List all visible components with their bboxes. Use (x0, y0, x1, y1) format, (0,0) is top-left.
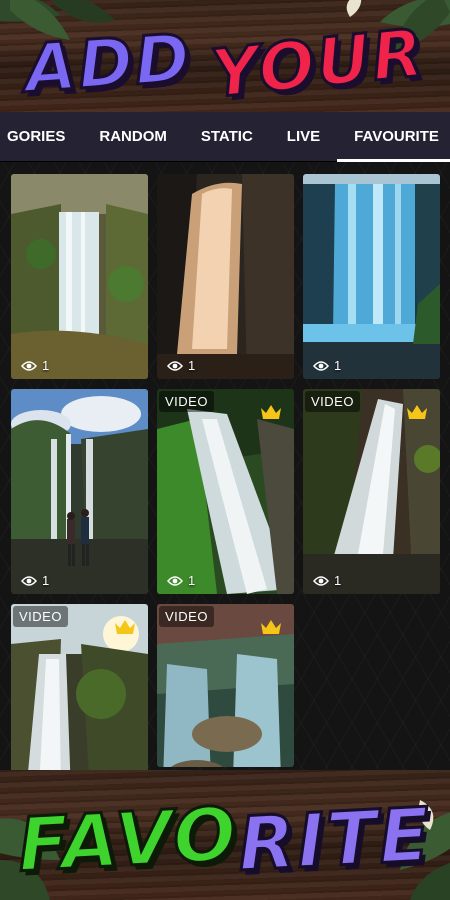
bottom-banner-headline: FAVO RITE (0, 790, 450, 890)
tab-random[interactable]: RANDOM (82, 112, 184, 162)
video-badge: VIDEO (159, 606, 214, 627)
view-count: 1 (313, 573, 341, 588)
banner-word-add: ADD (21, 17, 196, 108)
waterfall-thumbnail (157, 174, 294, 379)
banner-word-your: YOUR (206, 12, 430, 114)
wallpaper-card[interactable]: 1 (157, 174, 294, 379)
top-banner: ADD YOUR (0, 0, 450, 114)
wallpaper-card[interactable]: VIDEO 1 (303, 389, 440, 594)
view-count-value: 1 (334, 358, 342, 373)
waterfall-thumbnail (303, 174, 440, 379)
category-tab-bar: GORIES RANDOM STATIC LIVE FAVOURITE (0, 112, 450, 162)
eye-icon (167, 360, 183, 371)
banner-headline: ADD YOUR (0, 12, 450, 114)
video-badge: VIDEO (305, 391, 360, 412)
tab-favourite[interactable]: FAVOURITE (337, 112, 450, 162)
wallpaper-grid: 1 1 1 1 VIDEO 1 VIDEO 1 VIDEO VIDEO (0, 162, 450, 774)
wallpaper-card[interactable]: VIDEO (157, 604, 294, 767)
eye-icon (313, 575, 329, 586)
view-count: 1 (167, 358, 195, 373)
tab-live[interactable]: LIVE (270, 112, 337, 162)
tab-categories[interactable]: GORIES (0, 112, 82, 162)
view-count: 1 (21, 358, 49, 373)
wallpaper-card[interactable]: 1 (11, 389, 148, 594)
banner-word-favo: FAVO (15, 790, 242, 890)
wallpaper-card[interactable]: 1 (303, 174, 440, 379)
eye-icon (313, 360, 329, 371)
eye-icon (167, 575, 183, 586)
view-count-value: 1 (334, 573, 342, 588)
video-badge: VIDEO (13, 606, 68, 627)
waterfall-thumbnail (11, 174, 148, 379)
view-count-value: 1 (188, 573, 196, 588)
view-count: 1 (167, 573, 195, 588)
banner-word-rite: RITE (235, 790, 436, 889)
wallpaper-card[interactable]: 1 (11, 174, 148, 379)
crown-icon (261, 405, 281, 419)
tab-static[interactable]: STATIC (184, 112, 270, 162)
view-count-value: 1 (42, 358, 50, 373)
crown-icon (115, 620, 135, 634)
crown-icon (407, 405, 427, 419)
view-count-value: 1 (42, 573, 50, 588)
waterfall-thumbnail (11, 389, 148, 594)
eye-icon (21, 360, 37, 371)
wallpaper-card[interactable]: VIDEO 1 (157, 389, 294, 594)
eye-icon (21, 575, 37, 586)
view-count: 1 (21, 573, 49, 588)
view-count-value: 1 (188, 358, 196, 373)
crown-icon (261, 620, 281, 634)
video-badge: VIDEO (159, 391, 214, 412)
wallpaper-card[interactable]: VIDEO (11, 604, 148, 774)
view-count: 1 (313, 358, 341, 373)
